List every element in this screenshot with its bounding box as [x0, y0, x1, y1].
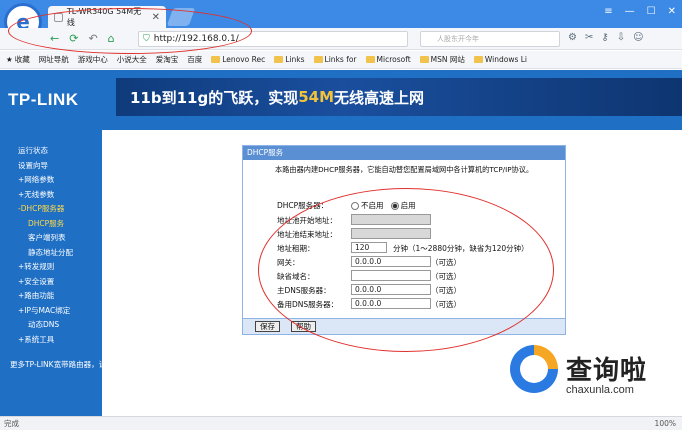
watermark-logo-center — [520, 355, 548, 383]
menu-item-wizard[interactable]: 设置向导 — [0, 159, 102, 174]
annotation-ellipse-url — [8, 8, 252, 54]
bookmark-folder[interactable]: Microsoft — [365, 55, 411, 64]
menu-item-client-list[interactable]: 客户端列表 — [0, 231, 102, 246]
panel-title: DHCP服务 — [243, 146, 565, 160]
bookmark-folder[interactable]: Links — [274, 55, 305, 64]
tools-icon[interactable]: ⚙ — [568, 32, 577, 43]
save-button[interactable]: 保存 — [255, 321, 280, 332]
menu-item-ip-mac[interactable]: +IP与MAC绑定 — [0, 304, 102, 319]
menu-item-forwarding[interactable]: +转发规则 — [0, 260, 102, 275]
banner-slogan: 11b到11g的飞跃，实现 54M 无线高速上网 — [116, 78, 682, 116]
bookmark-item[interactable]: 爱淘宝 — [156, 54, 179, 65]
watermark-url: chaxunla.com — [566, 384, 634, 396]
folder-icon — [274, 56, 284, 63]
tplink-logo: TP-LINK — [8, 90, 79, 109]
router-sidebar: 运行状态 设置向导 +网络参数 +无线参数 -DHCP服务器 DHCP服务 客户… — [0, 130, 151, 416]
menu-item-security[interactable]: +安全设置 — [0, 275, 102, 290]
menu-item-wireless[interactable]: +无线参数 — [0, 188, 102, 203]
bookmark-item[interactable]: 小说大全 — [117, 54, 147, 65]
status-text: 完成 — [4, 419, 19, 428]
toolbar-icons: ⚙ ✂ ⚷ ⇩ ☺ — [568, 32, 644, 43]
bookmarks-bar: ★ 收藏 网址导航 游戏中心 小说大全 爱淘宝 百度 Lenovo Rec Lin… — [0, 51, 682, 69]
folder-icon — [419, 56, 429, 63]
menu-item-dhcp[interactable]: -DHCP服务器 — [0, 202, 102, 217]
folder-icon — [211, 56, 221, 63]
bookmark-item[interactable]: 游戏中心 — [78, 54, 108, 65]
bookmark-item[interactable]: 百度 — [187, 54, 202, 65]
annotation-ellipse-form — [258, 188, 554, 352]
maximize-icon[interactable]: ☐ — [647, 6, 656, 17]
folder-icon — [473, 56, 483, 63]
menu-item-routing[interactable]: +路由功能 — [0, 289, 102, 304]
bookmark-item[interactable]: ★ 收藏 — [6, 54, 30, 65]
scissors-icon[interactable]: ✂ — [585, 32, 593, 43]
folder-icon — [313, 56, 323, 63]
menu-item-system-tools[interactable]: +系统工具 — [0, 333, 102, 348]
panel-description: 本路由器内建DHCP服务器，它能自动替您配置局域网中各计算机的TCP/IP协议。 — [275, 165, 534, 174]
zoom-level[interactable]: 100% — [655, 419, 676, 428]
menu-item-ddns[interactable]: 动态DNS — [0, 318, 102, 333]
bookmark-folder[interactable]: MSN 网站 — [419, 54, 465, 65]
key-icon[interactable]: ⚷ — [601, 32, 608, 43]
bookmark-folder[interactable]: Links for — [313, 55, 357, 64]
search-input[interactable]: 人股东开今年 — [420, 31, 560, 47]
bookmark-folder[interactable]: Windows Li — [473, 55, 527, 64]
watermark-text: 查询啦 — [566, 356, 648, 386]
bookmark-folder[interactable]: Lenovo Rec — [211, 55, 265, 64]
menu-item-static-address[interactable]: 静态地址分配 — [0, 246, 102, 261]
more-products-link[interactable]: 更多TP-LINK宽带路由器，请点击查看 >> — [0, 359, 151, 370]
folder-icon — [365, 56, 375, 63]
window-controls: ≡ — ☐ ✕ — [604, 6, 676, 17]
menu-icon[interactable]: ≡ — [604, 6, 612, 17]
smile-icon[interactable]: ☺ — [633, 32, 643, 43]
menu-item-dhcp-service[interactable]: DHCP服务 — [0, 217, 102, 232]
bookmark-item[interactable]: 网址导航 — [39, 54, 69, 65]
status-bar: 完成 100% — [0, 416, 682, 430]
download-icon[interactable]: ⇩ — [617, 32, 625, 43]
close-window-icon[interactable]: ✕ — [668, 6, 676, 17]
menu-item-status[interactable]: 运行状态 — [0, 144, 102, 159]
minimize-icon[interactable]: — — [625, 6, 635, 17]
menu-item-network[interactable]: +网络参数 — [0, 173, 102, 188]
star-icon: ★ — [6, 55, 13, 64]
